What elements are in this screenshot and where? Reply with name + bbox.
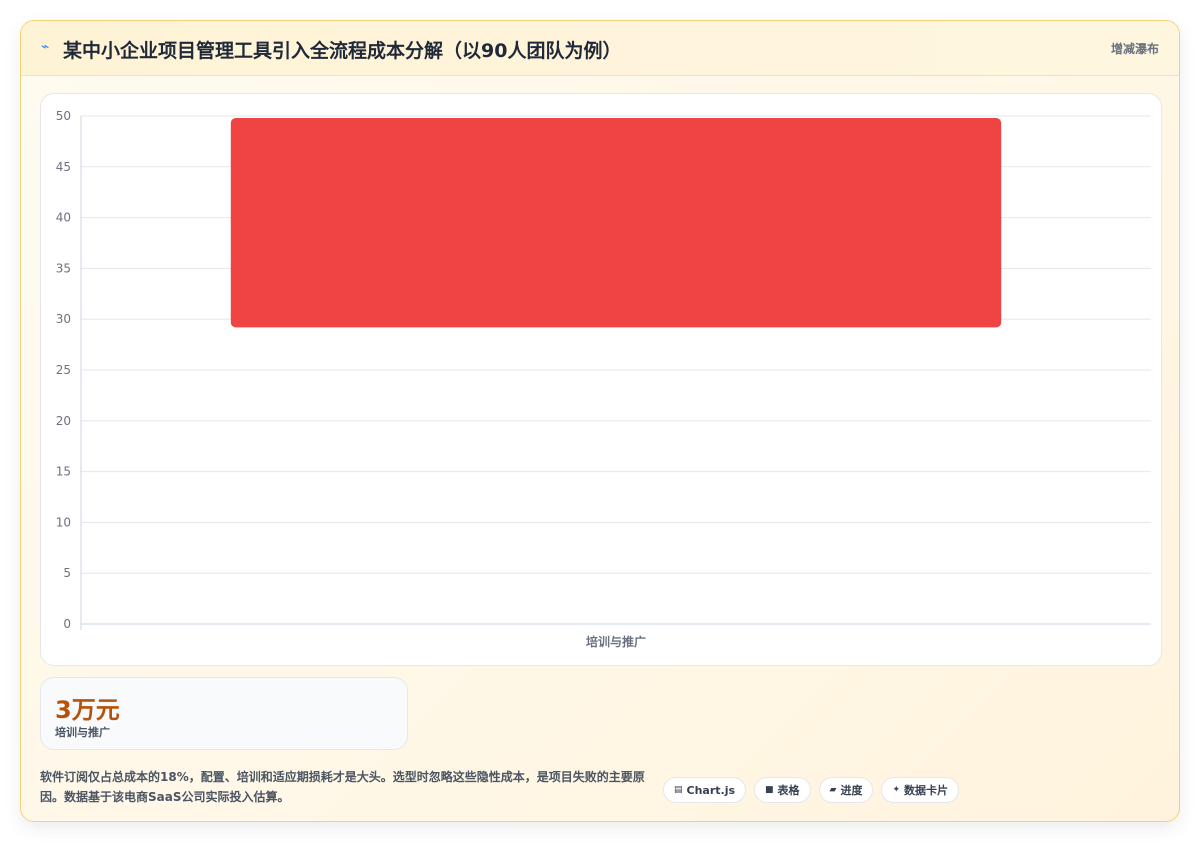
stat-label: 培训与推广 bbox=[55, 726, 110, 739]
chip-table[interactable]: ■ 表格 bbox=[754, 777, 811, 803]
card-icon: ✦ bbox=[892, 785, 901, 795]
chip-label: Chart.js bbox=[686, 783, 736, 797]
y-tick-label: 10 bbox=[56, 515, 71, 529]
chip-chartjs[interactable]: ▤ Chart.js bbox=[663, 777, 747, 803]
progress-icon: ▰ bbox=[829, 785, 837, 795]
x-tick-label: 培训与推广 bbox=[586, 634, 646, 649]
y-tick-label: 20 bbox=[56, 414, 71, 428]
chip-label: 数据卡片 bbox=[904, 784, 949, 797]
bar-chart: 0 5 10 15 20 25 30 35 40 45 50 培训与推广 bbox=[56, 109, 1151, 649]
bar bbox=[230, 118, 1002, 328]
y-tick-label: 25 bbox=[56, 363, 71, 377]
chart-icon: ⌁ bbox=[41, 39, 50, 55]
y-tick-label: 15 bbox=[56, 465, 71, 479]
chip-label: 进度 bbox=[840, 784, 863, 797]
y-tick-label: 50 bbox=[56, 109, 71, 123]
stat-card: 3万元 培训与推广 bbox=[40, 677, 408, 750]
y-tick-label: 40 bbox=[56, 211, 71, 225]
chart-icon: ▤ bbox=[674, 785, 683, 795]
chart-area: 0 5 10 15 20 25 30 35 40 45 50 培训与推广 bbox=[40, 93, 1162, 666]
y-tick-label: 45 bbox=[56, 160, 71, 174]
chip-label: 表格 bbox=[777, 784, 800, 797]
y-tick-label: 35 bbox=[56, 261, 71, 275]
card-header: ⌁ 某中小企业项目管理工具引入全流程成本分解（以90人团队为例） 增减瀑布 bbox=[21, 21, 1179, 76]
view-switcher: ▤ Chart.js ■ 表格 ▰ 进度 ✦ 数据卡片 bbox=[663, 777, 960, 803]
table-icon: ■ bbox=[765, 785, 774, 795]
y-tick-label: 5 bbox=[63, 566, 71, 580]
stat-value: 3万元 bbox=[55, 696, 120, 724]
chart-title: 某中小企业项目管理工具引入全流程成本分解（以90人团队为例） bbox=[63, 40, 622, 62]
y-tick-label: 0 bbox=[63, 617, 71, 631]
chip-progress[interactable]: ▰ 进度 bbox=[818, 777, 874, 803]
waterfall-toggle-button[interactable]: 增减瀑布 bbox=[1111, 40, 1159, 57]
chart-card: ⌁ 某中小企业项目管理工具引入全流程成本分解（以90人团队为例） 增减瀑布 0 5… bbox=[20, 20, 1180, 822]
y-tick-label: 30 bbox=[56, 312, 71, 326]
chip-data-card[interactable]: ✦ 数据卡片 bbox=[881, 777, 960, 803]
chart-note: 软件订阅仅占总成本的18%，配置、培训和适应期损耗才是大头。选型时忽略这些隐性成… bbox=[40, 770, 645, 804]
